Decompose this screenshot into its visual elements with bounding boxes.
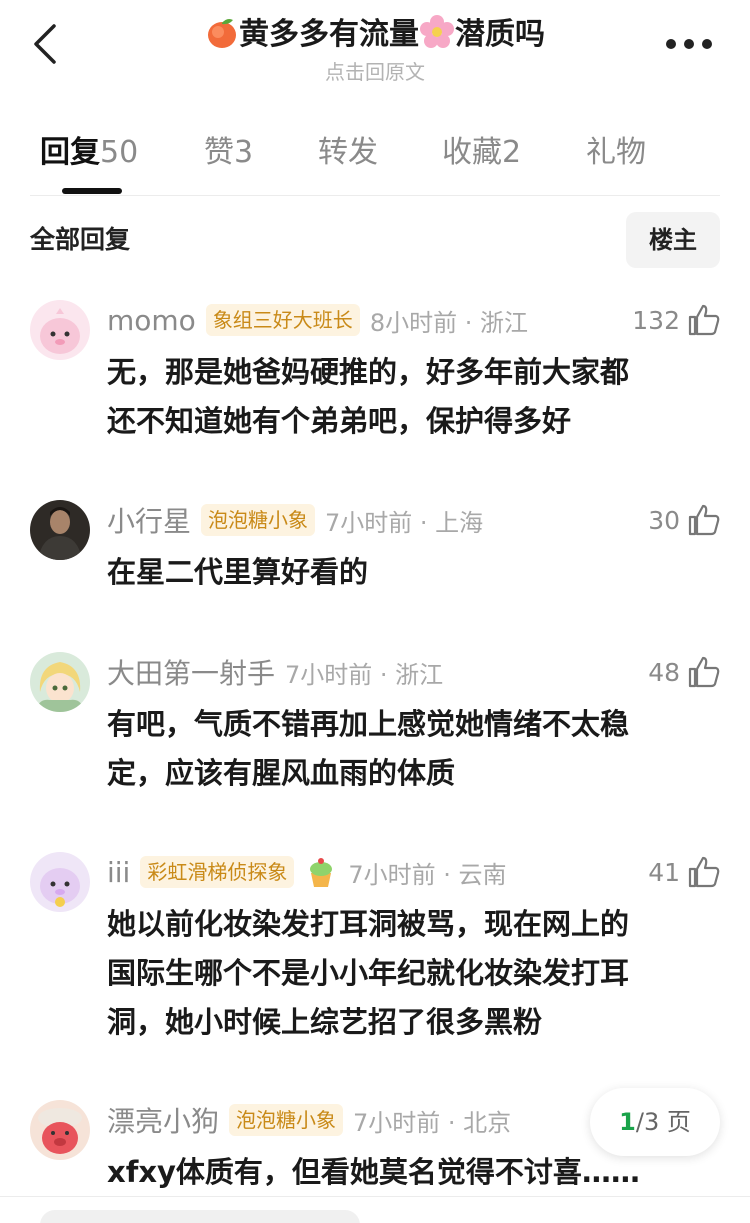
- username[interactable]: 漂亮小狗: [107, 1100, 219, 1140]
- title-area[interactable]: 黄多多有流量 潜质吗 点击回原文: [150, 14, 600, 84]
- current-page: 1: [619, 1108, 636, 1136]
- tab-label: 收藏: [442, 135, 502, 170]
- avatar[interactable]: [30, 652, 90, 712]
- tab-bar: 回复50 赞3 转发 收藏2 礼物: [30, 128, 720, 196]
- tab-label: 礼物: [586, 135, 646, 170]
- comment-item: iii 彩虹滑梯侦探象 7小时前 · 云南 41 她以前化妆染发打耳洞被骂，现在…: [0, 852, 750, 1042]
- comment-text: 在星二代里算好看的: [107, 548, 707, 597]
- page-title: 黄多多有流量 潜质吗: [150, 14, 600, 60]
- active-tab-indicator: [62, 188, 122, 194]
- thumbs-up-icon: [688, 504, 720, 536]
- page-indicator[interactable]: 1/3 页: [590, 1088, 720, 1156]
- comment-line: 还不知道她有个弟弟吧，保护得多好: [107, 404, 572, 438]
- op-only-button[interactable]: 楼主: [626, 212, 720, 268]
- thumbs-up-icon: [688, 304, 720, 336]
- comment-line: 国际生哪个不是小小年纪就化妆染发打耳: [107, 956, 630, 990]
- total-pages: /3 页: [635, 1108, 691, 1136]
- comment-text: 无，那是她爸妈硬推的，好多年前大家都 还不知道她有个弟弟吧，保护得多好: [107, 348, 707, 446]
- timestamp-location: 7小时前 · 浙江: [285, 660, 444, 689]
- comment-meta: 漂亮小狗 泡泡糖小象 7小时前 · 北京: [107, 1102, 511, 1138]
- thumbs-up-icon: [688, 656, 720, 688]
- comment-line: 她以前化妆染发打耳洞被骂，现在网上的: [107, 907, 630, 941]
- back-to-original-link[interactable]: 点击回原文: [150, 60, 600, 84]
- tab-count: 50: [100, 135, 139, 170]
- like-button[interactable]: 48: [648, 652, 722, 692]
- comment-meta: 大田第一射手 7小时前 · 浙江: [107, 654, 443, 690]
- comment-meta: momo 象组三好大班长 8小时前 · 浙江: [107, 302, 528, 338]
- like-count: 41: [648, 857, 680, 887]
- reply-input-bar[interactable]: [40, 1210, 360, 1223]
- cupcake-icon: [310, 858, 333, 887]
- avatar[interactable]: [30, 300, 90, 360]
- nav-header: 黄多多有流量 潜质吗 点击回原文: [0, 0, 750, 90]
- tab-count: 3: [234, 135, 254, 170]
- comment-line: 无，那是她爸妈硬推的，好多年前大家都: [107, 355, 630, 389]
- comment-item: 大田第一射手 7小时前 · 浙江 48 有吧，气质不错再加上感觉她情绪不太稳 定…: [0, 652, 750, 792]
- divider: [0, 1196, 750, 1197]
- avatar[interactable]: [30, 500, 90, 560]
- like-button[interactable]: 30: [648, 500, 722, 540]
- tab-count: 2: [502, 135, 522, 170]
- user-badge: 泡泡糖小象: [201, 504, 316, 536]
- thumbs-up-icon: [688, 856, 720, 888]
- timestamp-location: 7小时前 · 云南: [348, 860, 507, 889]
- title-text: 黄多多有流量: [239, 17, 419, 52]
- comment-line: 有吧，气质不错再加上感觉她情绪不太稳: [107, 707, 630, 741]
- like-button[interactable]: 132: [632, 300, 722, 340]
- username[interactable]: iii: [107, 856, 130, 889]
- tab-replies[interactable]: 回复50: [40, 128, 138, 178]
- comment-line: 定，应该有腥风血雨的体质: [107, 756, 456, 790]
- all-replies-label: 全部回复: [30, 225, 131, 254]
- comment-line: 在星二代里算好看的: [107, 555, 369, 589]
- comment-item: 小行星 泡泡糖小象 7小时前 · 上海 30 在星二代里算好看的: [0, 500, 750, 600]
- like-button[interactable]: 41: [648, 852, 722, 892]
- like-count: 30: [648, 505, 680, 535]
- tab-label: 转发: [318, 135, 378, 170]
- timestamp-location: 8小时前 · 浙江: [369, 308, 528, 337]
- timestamp-location: 7小时前 · 北京: [353, 1108, 512, 1137]
- tab-reposts[interactable]: 转发: [318, 128, 378, 178]
- avatar[interactable]: [30, 852, 90, 912]
- comment-line: 洞，她小时候上综艺招了很多黑粉: [107, 1005, 543, 1039]
- peach-icon: [205, 16, 239, 60]
- comment-meta: iii 彩虹滑梯侦探象 7小时前 · 云南: [107, 854, 507, 890]
- tab-gifts[interactable]: 礼物: [586, 128, 646, 178]
- tab-label: 回复: [40, 135, 100, 170]
- timestamp-location: 7小时前 · 上海: [325, 508, 484, 537]
- comment-item: momo 象组三好大班长 8小时前 · 浙江 132 无，那是她爸妈硬推的，好多…: [0, 300, 750, 440]
- like-count: 48: [648, 657, 680, 687]
- more-options-icon[interactable]: [666, 34, 714, 54]
- avatar[interactable]: [30, 1100, 90, 1160]
- comment-meta: 小行星 泡泡糖小象 7小时前 · 上海: [107, 502, 483, 538]
- back-arrow-icon[interactable]: [26, 20, 66, 68]
- comment-text: 有吧，气质不错再加上感觉她情绪不太稳 定，应该有腥风血雨的体质: [107, 700, 707, 798]
- username[interactable]: 小行星: [107, 500, 191, 540]
- user-badge: 泡泡糖小象: [229, 1104, 344, 1136]
- tab-label: 赞: [204, 135, 234, 170]
- user-badge: 彩虹滑梯侦探象: [140, 856, 295, 888]
- comment-text: 她以前化妆染发打耳洞被骂，现在网上的 国际生哪个不是小小年纪就化妆染发打耳 洞，…: [107, 900, 707, 1047]
- title-tail: 潜质吗: [455, 17, 545, 52]
- like-count: 132: [632, 305, 680, 335]
- user-badge: 象组三好大班长: [205, 304, 360, 336]
- tab-favorites[interactable]: 收藏2: [442, 128, 521, 178]
- username[interactable]: momo: [107, 304, 196, 337]
- tab-likes[interactable]: 赞3: [204, 128, 253, 178]
- flower-icon: [419, 14, 455, 60]
- username[interactable]: 大田第一射手: [107, 652, 275, 692]
